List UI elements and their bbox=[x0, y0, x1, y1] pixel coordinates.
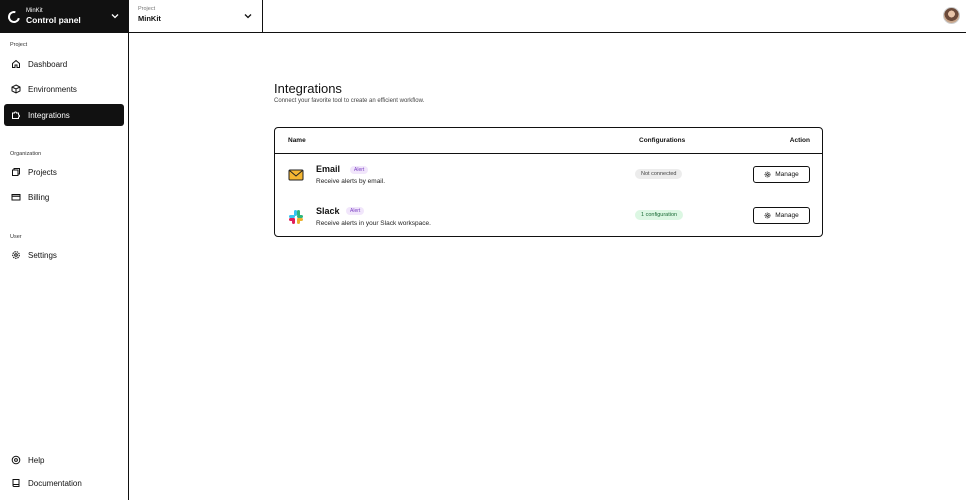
slack-icon bbox=[288, 209, 304, 225]
chevron-down-icon bbox=[110, 11, 120, 21]
sidebar-item-billing[interactable]: Billing bbox=[4, 186, 124, 208]
sidebar-item-help[interactable]: Help bbox=[4, 449, 124, 471]
org-text: MinKit Control panel bbox=[26, 8, 81, 25]
sidebar-item-label: Environments bbox=[28, 84, 77, 94]
sidebar-item-settings[interactable]: Settings bbox=[4, 244, 124, 266]
page-subtitle: Connect your favorite tool to create an … bbox=[274, 98, 425, 104]
gear-icon bbox=[764, 212, 771, 219]
page-title: Integrations bbox=[274, 81, 342, 96]
section-label-organization: Organization bbox=[10, 151, 42, 157]
sidebar-item-label: Integrations bbox=[28, 110, 70, 120]
org-title: Control panel bbox=[26, 15, 81, 26]
table-header: Name Configurations Action bbox=[275, 128, 822, 154]
section-label-user: User bbox=[10, 234, 22, 240]
sidebar-item-integrations[interactable]: Integrations bbox=[4, 104, 124, 126]
book-icon bbox=[11, 478, 21, 488]
card-icon bbox=[11, 192, 21, 202]
sidebar-item-dashboard[interactable]: Dashboard bbox=[4, 53, 124, 75]
sidebar-item-label: Projects bbox=[28, 167, 57, 177]
sidebar-item-projects[interactable]: Projects bbox=[4, 161, 124, 183]
sidebar-item-label: Settings bbox=[28, 250, 57, 260]
home-icon bbox=[11, 59, 21, 69]
project-switcher[interactable]: Project MinKit bbox=[129, 0, 263, 33]
alert-tag: Alert bbox=[350, 166, 369, 174]
gear-icon bbox=[764, 171, 771, 178]
org-name: MinKit bbox=[26, 8, 43, 15]
chevron-down-icon bbox=[243, 11, 253, 21]
box-icon bbox=[11, 84, 21, 94]
column-header-configurations: Configurations bbox=[639, 137, 686, 144]
app-root: MinKit Control panel Project MinKit Proj… bbox=[0, 0, 966, 500]
sidebar-item-documentation[interactable]: Documentation bbox=[4, 472, 124, 494]
sidebar-item-label: Billing bbox=[28, 192, 50, 202]
status-badge: 1 configuration bbox=[635, 210, 684, 220]
minkit-logo-icon bbox=[5, 8, 23, 25]
help-circle-icon bbox=[11, 455, 21, 465]
top-bar: MinKit Control panel Project MinKit bbox=[0, 0, 966, 33]
integrations-table: Name Configurations Action Email Alert R… bbox=[274, 127, 823, 237]
integration-name: Email bbox=[316, 164, 341, 174]
manage-button-label: Manage bbox=[775, 212, 799, 219]
manage-email-button[interactable]: Manage bbox=[753, 166, 810, 183]
manage-button-label: Manage bbox=[775, 171, 799, 178]
sidebar-item-label: Dashboard bbox=[28, 59, 68, 69]
column-header-action: Action bbox=[789, 137, 810, 144]
sidebar-item-environments[interactable]: Environments bbox=[4, 78, 124, 100]
gear-icon bbox=[11, 250, 21, 260]
puzzle-icon bbox=[11, 110, 21, 120]
section-label-project: Project bbox=[10, 42, 28, 48]
sidebar: Project Dashboard Environments Integrati… bbox=[0, 33, 129, 500]
table-row: Email Alert Receive alerts by email. Not… bbox=[275, 154, 822, 194]
org-switcher[interactable]: MinKit Control panel bbox=[0, 0, 129, 33]
table-row: Slack Alert Receive alerts in your Slack… bbox=[275, 195, 822, 235]
user-avatar[interactable] bbox=[943, 7, 960, 24]
status-badge: Not connected bbox=[635, 169, 683, 179]
integration-name: Slack bbox=[316, 206, 340, 216]
integration-description: Receive alerts in your Slack workspace. bbox=[316, 220, 431, 227]
envelope-icon bbox=[288, 167, 304, 183]
column-header-name: Name bbox=[288, 137, 306, 144]
integration-description: Receive alerts by email. bbox=[316, 178, 385, 185]
sidebar-item-label: Documentation bbox=[28, 478, 82, 488]
copy-icon bbox=[11, 167, 21, 177]
alert-tag: Alert bbox=[346, 207, 365, 215]
manage-slack-button[interactable]: Manage bbox=[753, 207, 810, 224]
sidebar-item-label: Help bbox=[28, 455, 45, 465]
main-content: Integrations Connect your favorite tool … bbox=[129, 33, 966, 500]
